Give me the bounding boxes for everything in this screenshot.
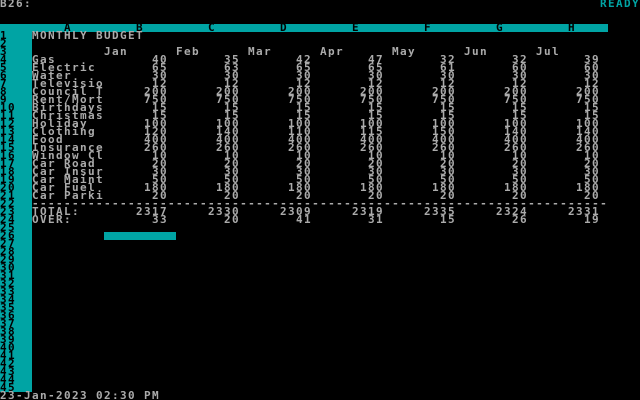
over-label[interactable]: OVER: <box>32 216 72 224</box>
over-cell[interactable]: 20 <box>176 216 240 224</box>
month-header[interactable]: Apr <box>320 48 344 56</box>
over-cell[interactable]: 33 <box>104 216 168 224</box>
worksheet-title[interactable]: MONTHLY BUDGET <box>32 32 144 40</box>
month-header[interactable]: May <box>392 48 416 56</box>
over-cell[interactable]: 15 <box>392 216 456 224</box>
spreadsheet-screen: B26: READY 23-Jan-2023 02:30 PM ABCDEFGH… <box>0 0 640 400</box>
column-letter: G <box>464 24 536 32</box>
over-cell[interactable]: 19 <box>536 216 600 224</box>
column-letter: F <box>392 24 464 32</box>
over-cell[interactable]: 41 <box>248 216 312 224</box>
month-header[interactable]: Jun <box>464 48 488 56</box>
over-cell[interactable]: 31 <box>320 216 384 224</box>
month-header[interactable]: Mar <box>248 48 272 56</box>
column-letter: C <box>176 24 248 32</box>
month-header[interactable]: Feb <box>176 48 200 56</box>
column-letter: E <box>320 24 392 32</box>
status-time: 02:30 PM <box>96 392 160 400</box>
month-header[interactable]: Jan <box>104 48 128 56</box>
column-letter: D <box>248 24 320 32</box>
column-letter: H <box>536 24 608 32</box>
over-cell[interactable]: 26 <box>464 216 528 224</box>
cell-reference: B26: <box>0 0 32 8</box>
month-header[interactable]: Jul <box>536 48 560 56</box>
mode-indicator: READY <box>600 0 640 8</box>
row-number: 45 <box>0 384 32 392</box>
cell-cursor[interactable] <box>104 232 176 240</box>
